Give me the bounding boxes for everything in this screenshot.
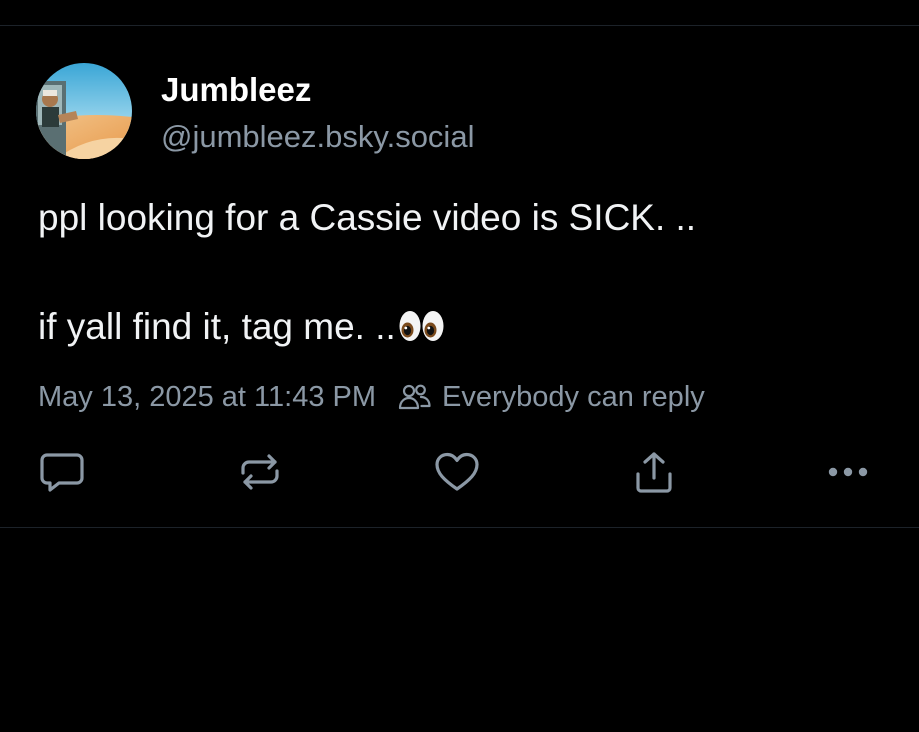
post-text-line-2: if yall find it, tag me. .. xyxy=(38,305,446,353)
share-button[interactable] xyxy=(630,448,678,496)
avatar[interactable] xyxy=(36,63,132,159)
post-text-line-1: ppl looking for a Cassie video is SICK. … xyxy=(38,197,697,238)
people-icon xyxy=(398,383,432,411)
more-options-button[interactable] xyxy=(824,448,872,496)
like-button[interactable] xyxy=(433,448,481,496)
bottom-divider xyxy=(0,527,919,528)
share-upload-icon xyxy=(636,452,672,493)
heart-icon xyxy=(435,452,479,491)
reply-setting: Everybody can reply xyxy=(442,380,705,413)
repost-arrows-icon xyxy=(241,454,279,490)
post-meta: May 13, 2025 at 11:43 PM Everybody can r… xyxy=(38,378,705,416)
author-handle[interactable]: @jumbleez.bsky.social xyxy=(161,118,474,156)
top-divider xyxy=(0,25,919,26)
post-timestamp[interactable]: May 13, 2025 at 11:43 PM xyxy=(38,381,376,414)
author-display-name[interactable]: Jumbleez xyxy=(161,70,311,110)
eyes-emoji-icon xyxy=(398,309,446,353)
repost-button[interactable] xyxy=(236,448,284,496)
ellipsis-icon xyxy=(828,467,868,477)
reply-button[interactable] xyxy=(38,448,86,496)
post-text-line-2-text: if yall find it, tag me. .. xyxy=(38,306,396,347)
speech-bubble-icon xyxy=(40,453,84,492)
avatar-photo-icon xyxy=(36,63,132,159)
